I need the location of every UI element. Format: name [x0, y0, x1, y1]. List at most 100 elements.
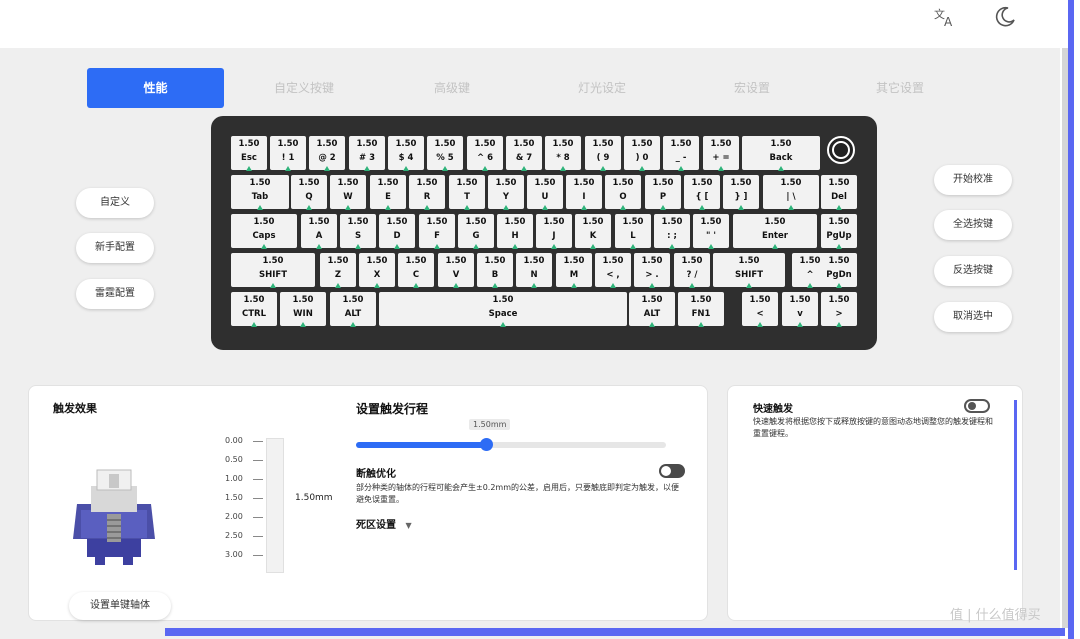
key-v[interactable]: 1.50 V — [438, 253, 474, 288]
key-7[interactable]: 1.50 & 7 — [506, 136, 542, 171]
set-single-key-switch-button[interactable]: 设置单键轴体 — [69, 592, 171, 620]
key-l[interactable]: 1.50 L — [615, 214, 651, 249]
key-[interactable]: 1.50 _ - — [663, 136, 699, 171]
key-9[interactable]: 1.50 ( 9 — [585, 136, 621, 171]
key-o[interactable]: 1.50 O — [605, 175, 641, 210]
tab-other-settings[interactable]: 其它设置 — [860, 68, 940, 108]
key-k[interactable]: 1.50 K — [575, 214, 611, 249]
key-del[interactable]: 1.50 Del — [821, 175, 857, 210]
key-x[interactable]: 1.50 X — [359, 253, 395, 288]
tab-advanced-keys[interactable]: 高级键 — [412, 68, 492, 108]
key-e[interactable]: 1.50 E — [370, 175, 406, 210]
key-esc[interactable]: 1.50 Esc — [231, 136, 267, 171]
start-calibration-button[interactable]: 开始校准 — [934, 165, 1012, 195]
key-pgdn[interactable]: 1.50 PgDn — [821, 253, 857, 288]
key-[interactable]: 1.50 > . — [634, 253, 670, 288]
key-n[interactable]: 1.50 N — [516, 253, 552, 288]
key-y[interactable]: 1.50 Y — [488, 175, 524, 210]
tab-lighting[interactable]: 灯光设定 — [562, 68, 642, 108]
key-2[interactable]: 1.50 @ 2 — [309, 136, 345, 171]
key-4[interactable]: 1.50 $ 4 — [388, 136, 424, 171]
key-[interactable]: 1.50 { [ — [684, 175, 720, 210]
panel-scrollbar[interactable] — [1014, 400, 1017, 570]
deadzone-dropdown[interactable]: 死区设置 ▼ — [356, 516, 412, 531]
tab-performance[interactable]: 性能 — [87, 68, 224, 108]
key-travel-value: 1.50 — [377, 178, 399, 188]
preset-beginner-button[interactable]: 新手配置 — [76, 233, 154, 263]
key-travel-value: 1.50 — [386, 217, 408, 227]
key-q[interactable]: 1.50 Q — [291, 175, 327, 210]
key-c[interactable]: 1.50 C — [398, 253, 434, 288]
key-label: " ' — [706, 231, 716, 241]
key-[interactable]: 1.50 " ' — [693, 214, 729, 249]
key-[interactable]: 1.50 ? / — [674, 253, 710, 288]
key-indicator-icon — [482, 166, 488, 171]
moon-icon[interactable] — [992, 4, 1018, 30]
key-h[interactable]: 1.50 H — [497, 214, 533, 249]
key-3[interactable]: 1.50 # 3 — [349, 136, 385, 171]
key-u[interactable]: 1.50 U — [527, 175, 563, 210]
key-win[interactable]: 1.50 WIN — [280, 292, 326, 327]
key-shift[interactable]: 1.50 SHIFT — [231, 253, 315, 288]
key-1[interactable]: 1.50 ! 1 — [270, 136, 306, 171]
key-indicator-icon — [261, 244, 267, 249]
key-5[interactable]: 1.50 % 5 — [427, 136, 463, 171]
select-all-keys-button[interactable]: 全选按键 — [934, 210, 1012, 240]
key-alt[interactable]: 1.50 ALT — [629, 292, 675, 327]
key-indicator-icon — [600, 166, 606, 171]
key-[interactable]: 1.50 < , — [595, 253, 631, 288]
travel-slider[interactable] — [356, 438, 666, 451]
key-space[interactable]: 1.50 Space — [379, 292, 627, 327]
key-s[interactable]: 1.50 S — [340, 214, 376, 249]
invert-selection-button[interactable]: 反选按键 — [934, 256, 1012, 286]
key-6[interactable]: 1.50 ^ 6 — [467, 136, 503, 171]
key-z[interactable]: 1.50 Z — [320, 253, 356, 288]
key-b[interactable]: 1.50 B — [477, 253, 513, 288]
key-v[interactable]: 1.50 v — [782, 292, 818, 327]
debounce-optimize-desc: 部分种类的轴体的行程可能会产生±0.2mm的公差，启用后，只要触底即判定为触发，… — [356, 483, 680, 504]
key-[interactable]: 1.50 | \ — [763, 175, 819, 210]
key-p[interactable]: 1.50 P — [645, 175, 681, 210]
key-[interactable]: 1.50 + = — [703, 136, 739, 171]
key-travel-value: 1.50 — [474, 139, 496, 149]
key-w[interactable]: 1.50 W — [330, 175, 366, 210]
preset-thunder-button[interactable]: 雷霆配置 — [76, 279, 154, 309]
key-back[interactable]: 1.50 Back — [742, 136, 820, 171]
rapid-trigger-toggle[interactable] — [964, 399, 990, 413]
key-[interactable]: 1.50 > — [821, 292, 857, 327]
key-d[interactable]: 1.50 D — [379, 214, 415, 249]
key-m[interactable]: 1.50 M — [556, 253, 592, 288]
key-0[interactable]: 1.50) 0 — [624, 136, 660, 171]
key-j[interactable]: 1.50 J — [536, 214, 572, 249]
key-enter[interactable]: 1.50 Enter — [733, 214, 817, 249]
key-shift[interactable]: 1.50 SHIFT — [713, 253, 785, 288]
key-pgup[interactable]: 1.50 PgUp — [821, 214, 857, 249]
debounce-optimize-toggle[interactable] — [659, 464, 685, 478]
preset-custom-button[interactable]: 自定义 — [76, 188, 154, 218]
clear-selection-button[interactable]: 取消选中 — [934, 302, 1012, 332]
tab-macro[interactable]: 宏设置 — [712, 68, 792, 108]
key-alt[interactable]: 1.50 ALT — [330, 292, 376, 327]
key-a[interactable]: 1.50 A — [301, 214, 337, 249]
rotary-knob[interactable] — [827, 136, 855, 164]
key-travel-value: 1.50 — [523, 256, 545, 266]
key-tab[interactable]: 1.50 Tab — [231, 175, 289, 210]
key-[interactable]: 1.50: ; — [654, 214, 690, 249]
key-[interactable]: 1.50 < — [742, 292, 778, 327]
translate-icon[interactable]: 文A — [932, 4, 958, 30]
key-[interactable]: 1.50} ] — [723, 175, 759, 210]
key-f[interactable]: 1.50 F — [419, 214, 455, 249]
key-i[interactable]: 1.50 I — [566, 175, 602, 210]
slider-thumb[interactable] — [480, 438, 494, 451]
key-t[interactable]: 1.50 T — [449, 175, 485, 210]
key-ctrl[interactable]: 1.50 CTRL — [231, 292, 277, 327]
tab-custom-keys[interactable]: 自定义按键 — [254, 68, 354, 108]
key-fn1[interactable]: 1.50 FN1 — [678, 292, 724, 327]
key-8[interactable]: 1.50 * 8 — [545, 136, 581, 171]
key-r[interactable]: 1.50 R — [409, 175, 445, 210]
key-indicator-icon — [669, 244, 675, 249]
scale-tick — [253, 536, 263, 537]
scale-tick — [253, 498, 263, 499]
key-g[interactable]: 1.50 G — [458, 214, 494, 249]
key-caps[interactable]: 1.50 Caps — [231, 214, 297, 249]
